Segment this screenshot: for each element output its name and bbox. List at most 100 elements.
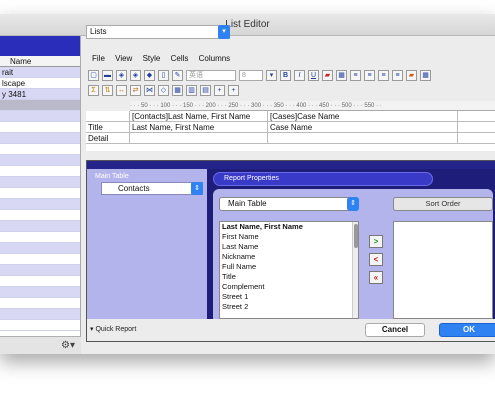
sort-order-list[interactable] [393,221,493,319]
list-item[interactable] [0,221,80,232]
list-item[interactable] [0,210,80,221]
menu-columns[interactable]: Columns [199,54,231,63]
insert-icon[interactable]: ◇ [158,84,169,96]
list-item[interactable] [0,100,80,111]
properties-pane: Report Properties Main Table ⇕ Last Name… [207,169,495,319]
columns-icon[interactable]: ▥ [186,84,197,96]
list-item[interactable] [0,232,80,243]
font-field[interactable]: 英语 [186,69,236,81]
left-panel: Name rait lscape y 3481 ⚙▾ [0,36,81,354]
list-item[interactable] [0,122,80,133]
toolbar-row-1: ▢ ▬ ◈ ◈ ◆ ▯ ✎ 英语 8 ▾ B I U ▰ ▦ ≡ ≡ ≡ ≡ ▰… [88,68,431,82]
bold-icon[interactable]: B [280,69,291,81]
ruler: · · · 50 · · · 100 · · · 150 · · · 200 ·… [130,101,495,111]
field-items: Last Name, First Name First Name Last Name… [220,222,358,312]
list-item[interactable]: rait [0,67,80,78]
field-item[interactable]: Full Name [220,262,358,272]
align-left-icon[interactable]: ≡ [350,69,361,81]
list-item[interactable] [0,155,80,166]
add-icon[interactable]: + [214,84,225,96]
list-item[interactable] [0,320,80,331]
sort-order-header: Sort Order [393,197,493,211]
grid-cell[interactable]: Case Name [268,122,458,133]
list-item[interactable] [0,166,80,177]
field-list[interactable]: Last Name, First Name First Name Last Name… [219,221,359,319]
sort-icon[interactable]: ⇅ [102,84,113,96]
field-item[interactable]: Complement [220,282,358,292]
column-header-cell[interactable]: [Contacts]Last Name, First Name [130,111,268,122]
page-icon[interactable]: ▯ [158,69,169,81]
list-item[interactable] [0,177,80,188]
field-list-scrollbar[interactable] [352,222,358,318]
field-item[interactable]: Last Name [220,242,358,252]
font-size-field[interactable]: 8 [239,69,263,81]
chevron-down-icon[interactable]: ▾ [266,69,277,81]
remove-field-button[interactable]: < [369,253,383,266]
field-item[interactable]: Nickname [220,252,358,262]
folder-icon[interactable]: ▬ [102,69,113,81]
merge-icon[interactable]: ⋈ [144,84,155,96]
sigma-icon[interactable]: Σ [88,84,99,96]
layers-icon[interactable]: ◈ [116,69,127,81]
grid-cell[interactable] [130,133,268,144]
layers-alt-icon[interactable]: ◈ [130,69,141,81]
lists-select[interactable]: Lists ▾ [86,25,230,39]
list-item[interactable] [0,287,80,298]
table-select[interactable]: Contacts ⇕ [101,182,203,195]
table-icon[interactable]: ▦ [172,84,183,96]
underline-icon[interactable]: U [308,69,319,81]
field-item[interactable]: Street 1 [220,292,358,302]
gear-icon[interactable]: ⚙▾ [61,340,75,351]
list-item[interactable]: lscape [0,78,80,89]
quick-report-toggle[interactable]: ▾ Quick Report [90,325,136,333]
paint-icon[interactable]: ▰ [406,69,417,81]
list-item[interactable] [0,133,80,144]
main-table-select[interactable]: Main Table ⇕ [219,197,359,211]
menu-style[interactable]: Style [143,54,161,63]
menu-cells[interactable]: Cells [171,54,189,63]
edit-icon[interactable]: ◆ [144,69,155,81]
remove-all-button[interactable]: « [369,271,383,284]
color-icon[interactable]: ▰ [322,69,333,81]
align-center-icon[interactable]: ≡ [364,69,375,81]
tab-report-properties[interactable]: Report Properties [213,172,433,186]
quick-report-label: Quick Report [95,326,137,333]
list-item[interactable] [0,276,80,287]
list-item[interactable] [0,254,80,265]
justify-icon[interactable]: ≡ [392,69,403,81]
list-item[interactable] [0,298,80,309]
menu-file[interactable]: File [92,54,105,63]
new-doc-icon[interactable]: ▢ [88,69,99,81]
grid-cell[interactable] [268,133,458,144]
field-item[interactable]: Title [220,272,358,282]
list-item[interactable] [0,309,80,320]
field-item[interactable]: First Name [220,232,358,242]
ok-button[interactable]: OK [439,323,495,337]
list-item[interactable] [0,188,80,199]
cancel-button[interactable]: Cancel [365,323,425,337]
fill-icon[interactable]: ▦ [336,69,347,81]
add-field-button[interactable]: > [369,235,383,248]
italic-icon[interactable]: I [294,69,305,81]
align-right-icon[interactable]: ≡ [378,69,389,81]
name-column-header[interactable]: Name [0,56,80,67]
add-row-icon[interactable]: + [228,84,239,96]
list-item[interactable] [0,144,80,155]
list-item[interactable] [0,199,80,210]
grid-icon[interactable]: ▦ [420,69,431,81]
field-item[interactable]: Last Name, First Name [220,222,358,232]
column-header-cell[interactable]: [Cases]Case Name [268,111,458,122]
pencil-icon[interactable]: ✎ [172,69,183,81]
list-item[interactable] [0,265,80,276]
grid-cell[interactable]: Last Name, First Name [130,122,268,133]
main-table-label: Main Table [95,173,129,180]
list-item[interactable] [0,243,80,254]
rows-icon[interactable]: ▤ [200,84,211,96]
list-item[interactable]: y 3481 [0,89,80,100]
move-icon[interactable]: ↔ [116,84,127,96]
menu-view[interactable]: View [115,54,132,63]
swap-icon[interactable]: ⇄ [130,84,141,96]
scrollbar-thumb[interactable] [354,224,358,248]
list-item[interactable] [0,111,80,122]
field-item[interactable]: Street 2 [220,302,358,312]
